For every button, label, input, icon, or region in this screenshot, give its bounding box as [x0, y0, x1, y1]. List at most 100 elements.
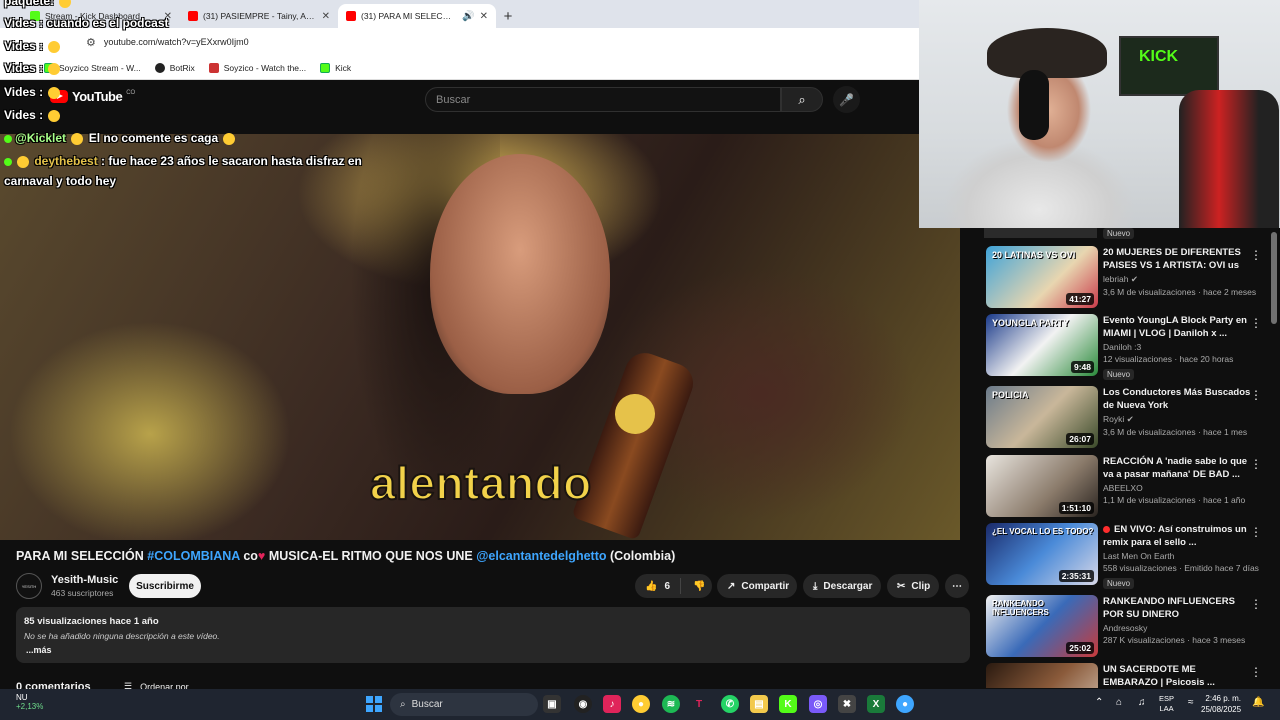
chrome-icon[interactable]: ●	[632, 695, 650, 713]
thumbnail-text: ¿EL VOCAL LO ES TODO?	[992, 527, 1094, 536]
start-button[interactable]	[366, 696, 382, 712]
stock-widget[interactable]: NU +2,13%	[16, 693, 43, 711]
video-thumbnail[interactable]: ¿EL VOCAL LO ES TODO? 2:35:31	[986, 523, 1098, 585]
speaker-icon[interactable]: 🔊	[462, 11, 474, 22]
recommended-video[interactable]: POLICIA 26:07 Los Conductores Más Buscad…	[986, 386, 1266, 448]
chrome-profile-icon[interactable]: ●	[896, 695, 914, 713]
avatar[interactable]: YESITH	[16, 573, 42, 599]
headset-icon	[1019, 70, 1049, 140]
address-bar[interactable]: ⚙ youtube.com/watch?v=yEXxrw0Ijm0	[0, 28, 919, 56]
sidebar-scrollbar[interactable]	[1271, 232, 1277, 324]
system-clock[interactable]: 2:46 p. m. 25/08/2025	[1201, 693, 1241, 715]
kick-app-icon[interactable]: K	[779, 695, 797, 713]
channel-name[interactable]: Yesith-Music	[51, 574, 118, 586]
video-meta: 287 K visualizaciones · hace 3 meses	[1103, 635, 1246, 645]
close-icon[interactable]: ✕	[480, 11, 488, 22]
task-view-icon[interactable]: ▣	[543, 695, 561, 713]
emoji-icon	[71, 132, 84, 145]
tiktok-icon[interactable]: ♪	[603, 695, 621, 713]
chat-message: @Kicklet El no comente es caga	[4, 131, 237, 145]
video-player[interactable]: alentando	[0, 134, 968, 540]
video-title[interactable]: Los Conductores Más Buscados de Nueva Yo…	[1103, 386, 1251, 412]
video-thumbnail[interactable]: YOUNGLA PARTY 9:48	[986, 314, 1098, 376]
video-title[interactable]: 20 MUJERES DE DIFERENTES PAISES VS 1 ART…	[1103, 246, 1251, 272]
chevron-up-icon[interactable]: ⌃	[1095, 697, 1103, 708]
more-vertical-icon[interactable]: ⋮	[1250, 597, 1262, 611]
new-tab-button[interactable]: +	[496, 4, 520, 28]
soyzico-icon	[208, 62, 219, 73]
like-button[interactable]: 👍 6	[635, 578, 682, 594]
capcut-icon[interactable]: ✖	[838, 695, 856, 713]
video-duration: 9:48	[1070, 361, 1094, 373]
recommended-video[interactable]: 1:51:10 REACCIÓN A 'nadie sabe lo que va…	[986, 455, 1266, 517]
download-button[interactable]: ⤓ Descargar	[803, 574, 881, 598]
like-dislike-group: 👍 6 👎	[635, 574, 712, 598]
taskbar-search-placeholder: Buscar	[411, 699, 443, 710]
previous-thumbnail[interactable]	[984, 228, 1097, 238]
dislike-button[interactable]: 👎	[681, 581, 717, 592]
thumbnail-text: RANKEANDO INFLUENCERS	[992, 599, 1049, 617]
hashtag-link[interactable]: #COLOMBIANA	[147, 549, 240, 563]
spotify-icon[interactable]: ≋	[662, 695, 680, 713]
voice-search-button[interactable]: 🎤	[833, 86, 860, 113]
site-settings-icon[interactable]: ⚙	[86, 36, 96, 49]
whatsapp-icon[interactable]: ✆	[721, 695, 739, 713]
video-title[interactable]: EN VIVO: Así construimos un remix para e…	[1103, 523, 1251, 549]
more-actions-button[interactable]: ⋯	[945, 574, 969, 598]
emoji-icon	[48, 109, 61, 122]
recommended-video[interactable]: ¿EL VOCAL LO ES TODO? 2:35:31 EN VIVO: A…	[986, 523, 1266, 589]
video-thumbnail[interactable]: 1:51:10	[986, 455, 1098, 517]
obs-icon[interactable]: ◉	[574, 695, 592, 713]
show-more-link[interactable]: ...más	[26, 645, 962, 655]
video-thumbnail[interactable]: POLICIA 26:07	[986, 386, 1098, 448]
streamer-hair	[987, 28, 1107, 78]
description-box[interactable]: 85 visualizaciones hace 1 año No se ha a…	[16, 607, 970, 663]
url-text[interactable]: youtube.com/watch?v=yEXxrw0Ijm0	[104, 37, 249, 47]
typora-icon[interactable]: T	[690, 695, 708, 713]
thumbnail-text: POLICIA	[992, 390, 1029, 400]
video-duration: 26:07	[1066, 433, 1094, 445]
recommended-video[interactable]: YOUNGLA PARTY 9:48 Evento YoungLA Block …	[986, 314, 1266, 380]
mention-link[interactable]: @elcantantedelghetto	[476, 549, 606, 563]
video-title[interactable]: RANKEANDO INFLUENCERS POR SU DINERO	[1103, 595, 1251, 621]
excel-icon[interactable]: X	[867, 695, 885, 713]
recommended-video[interactable]: UN SACERDOTE ME EMBARAZO | Psicosis ... …	[986, 663, 1266, 688]
network-icon[interactable]: ⌂	[1116, 697, 1122, 708]
search-input[interactable]: Buscar	[425, 87, 781, 112]
video-title[interactable]: Evento YoungLA Block Party en MIAMI | VL…	[1103, 314, 1251, 340]
video-thumbnail[interactable]: 20 LATINAS VS OVI 41:27	[986, 246, 1098, 308]
video-thumbnail[interactable]: RANKEANDO INFLUENCERS 25:02	[986, 595, 1098, 657]
close-icon[interactable]: ✕	[322, 11, 330, 22]
youtube-logo[interactable]: YouTube CO	[50, 89, 135, 104]
subscribe-button[interactable]: Suscribirme	[129, 574, 201, 598]
more-vertical-icon[interactable]: ⋮	[1250, 316, 1262, 330]
more-vertical-icon[interactable]: ⋮	[1250, 248, 1262, 262]
channel-info[interactable]: YESITH Yesith-Music 463 suscriptores	[16, 572, 118, 600]
country-code: CO	[126, 89, 136, 96]
bookmark-kick[interactable]: Kick	[320, 62, 351, 73]
search-button[interactable]: ⌕	[781, 87, 823, 112]
microphone-icon[interactable]: ♫	[1138, 697, 1146, 708]
notifications-icon[interactable]: 🔔	[1252, 697, 1264, 708]
tab-para-mi-seleccion[interactable]: (31) PARA MI SELECCIÓN #... 🔊 ✕	[338, 4, 496, 28]
share-button[interactable]: ↗ Compartir	[717, 574, 797, 598]
video-thumbnail[interactable]	[986, 663, 1098, 688]
taskbar-search[interactable]: ⌕ Buscar	[390, 693, 538, 716]
more-vertical-icon[interactable]: ⋮	[1250, 665, 1262, 679]
more-vertical-icon[interactable]: ⋮	[1250, 388, 1262, 402]
recommended-video[interactable]: RANKEANDO INFLUENCERS 25:02 RANKEANDO IN…	[986, 595, 1266, 657]
wifi-icon[interactable]: ≈	[1188, 697, 1194, 708]
bookmark-botrix[interactable]: BotRix	[154, 62, 195, 73]
bookmark-soyzico-watch[interactable]: Soyzico - Watch the...	[208, 62, 306, 73]
video-title[interactable]: UN SACERDOTE ME EMBARAZO | Psicosis ...	[1103, 663, 1251, 688]
clip-button[interactable]: ✂ Clip	[887, 574, 939, 598]
discord-icon[interactable]: ◎	[809, 695, 827, 713]
video-meta: 12 visualizaciones · hace 20 horas	[1103, 354, 1234, 364]
more-vertical-icon[interactable]: ⋮	[1250, 457, 1262, 471]
file-explorer-icon[interactable]: ▤	[750, 695, 768, 713]
more-vertical-icon[interactable]: ⋮	[1250, 525, 1262, 539]
recommended-video[interactable]: 20 LATINAS VS OVI 41:27 20 MUJERES DE DI…	[986, 246, 1266, 308]
language-indicator[interactable]: ESP LAA	[1159, 694, 1174, 714]
video-title[interactable]: REACCIÓN A 'nadie sabe lo que va a pasar…	[1103, 455, 1251, 481]
tab-pasiempre[interactable]: (31) PASIEMPRE - Tainy, Arcang... ✕	[180, 4, 338, 28]
